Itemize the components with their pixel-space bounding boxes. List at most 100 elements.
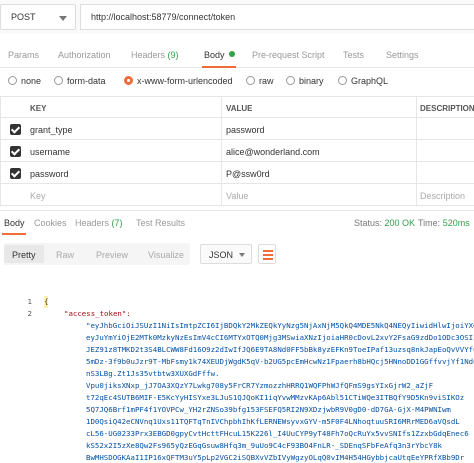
key-placeholder[interactable]: Key bbox=[30, 191, 46, 201]
row-checkbox[interactable] bbox=[10, 168, 21, 179]
view-visualize-button[interactable]: Visualize bbox=[140, 245, 192, 263]
radio-label: raw bbox=[259, 76, 274, 86]
format-label: JSON bbox=[209, 250, 234, 260]
radio-selected-icon bbox=[124, 76, 133, 85]
key-cell[interactable]: username bbox=[30, 147, 70, 157]
request-bar: POST http://localhost:58779/connect/toke… bbox=[0, 0, 474, 34]
token-line: JEZ91z8TMKD2t3S4BLCWW8Fd16O9z2dIwIfJQ6E9… bbox=[86, 345, 474, 354]
value-cell[interactable]: P@ssw0rd bbox=[226, 169, 270, 179]
table-row-new: Key Value Description bbox=[0, 184, 474, 206]
radio-label: none bbox=[21, 76, 42, 86]
active-dot-icon bbox=[228, 51, 235, 57]
radio-circle-icon bbox=[246, 76, 255, 85]
tab-label: Cookies bbox=[34, 218, 67, 228]
status-label: Status: bbox=[354, 218, 383, 228]
status-value: 200 OK bbox=[384, 218, 416, 228]
value-placeholder[interactable]: Value bbox=[226, 191, 248, 201]
radio-none[interactable]: none bbox=[8, 76, 41, 86]
value-cell[interactable]: alice@wonderland.com bbox=[226, 147, 320, 157]
radio-circle-icon bbox=[286, 76, 295, 85]
row-checkbox[interactable] bbox=[10, 146, 21, 157]
radio-binary[interactable]: binary bbox=[286, 76, 324, 86]
view-pretty-button[interactable]: Pretty bbox=[4, 245, 44, 263]
tab-body[interactable]: Body bbox=[204, 50, 235, 60]
radio-label: binary bbox=[299, 76, 324, 86]
json-key: "access_token": bbox=[64, 309, 131, 318]
token-line: BwMHSDOGKAaI1IP16xQFTM3uY5pLp2VGC2iSQBXv… bbox=[86, 453, 465, 462]
radio-graphql[interactable]: GraphQL bbox=[338, 76, 388, 86]
table-row: username alice@wonderland.com bbox=[0, 140, 474, 162]
time-label: Time: bbox=[418, 218, 441, 228]
url-input[interactable]: http://localhost:58779/connect/token bbox=[80, 4, 474, 30]
method-select[interactable]: POST bbox=[0, 4, 76, 30]
view-preview-button[interactable]: Preview bbox=[88, 245, 136, 263]
response-toolbar: Pretty Raw Preview Visualize JSON bbox=[0, 240, 474, 266]
chevron-down-icon bbox=[59, 16, 67, 21]
tab-test-results[interactable]: Test Results bbox=[136, 218, 185, 228]
radio-x-www-form-urlencoded[interactable]: x-www-form-urlencoded bbox=[124, 76, 233, 86]
radio-circle-icon bbox=[338, 76, 347, 85]
line-number: 1 bbox=[27, 297, 32, 306]
radio-label: form-data bbox=[67, 76, 106, 86]
key-cell[interactable]: grant_type bbox=[30, 125, 73, 135]
tab-settings[interactable]: Settings bbox=[386, 50, 419, 60]
token-line: 5Q7JQ6Brf1mPF4f1YOVPCw_YH2rZNSo39bfg153F… bbox=[86, 405, 451, 414]
radio-label: x-www-form-urlencoded bbox=[137, 76, 233, 86]
tab-response-body[interactable]: Body bbox=[4, 218, 25, 228]
column-header-value: VALUE bbox=[226, 104, 253, 113]
line-number: 2 bbox=[27, 309, 32, 318]
radio-circle-icon bbox=[8, 76, 17, 85]
active-tab-underline bbox=[2, 233, 26, 235]
tab-params[interactable]: Params bbox=[8, 50, 39, 60]
tab-pre-request-script[interactable]: Pre-request Script bbox=[252, 50, 325, 60]
column-header-key: KEY bbox=[30, 104, 47, 113]
wrap-lines-icon bbox=[263, 250, 273, 252]
tab-headers[interactable]: Headers (9) bbox=[131, 50, 179, 60]
time-indicator: Time: 520ms bbox=[418, 218, 470, 228]
column-header-description: DESCRIPTION bbox=[420, 104, 474, 113]
token-line: nS3LBg.Zt1Js35vtbtw3XUXGdFffw. bbox=[86, 369, 220, 378]
tab-label: Headers bbox=[75, 218, 110, 228]
tab-authorization[interactable]: Authorization bbox=[58, 50, 111, 60]
tab-label: Headers bbox=[131, 50, 166, 60]
tab-label: Body bbox=[204, 50, 225, 60]
format-select[interactable]: JSON bbox=[200, 244, 252, 264]
token-line: Vpu0jiksXNxp_jJ7OA3XQzY7Lwkg708y5FrCR7Yz… bbox=[86, 381, 434, 390]
json-open-brace: { bbox=[44, 296, 49, 309]
tab-cookies[interactable]: Cookies bbox=[34, 218, 67, 228]
chevron-down-icon bbox=[239, 253, 245, 257]
request-tabs: Params Authorization Headers (9) Body Pr… bbox=[0, 40, 474, 68]
wrap-lines-button[interactable] bbox=[258, 244, 276, 264]
headers-count: (7) bbox=[111, 218, 123, 228]
table-row: password P@ssw0rd bbox=[0, 162, 474, 184]
response-tabs: Body Cookies Headers (7) Test Results St… bbox=[0, 210, 474, 235]
radio-form-data[interactable]: form-data bbox=[54, 76, 106, 86]
tab-tests[interactable]: Tests bbox=[343, 50, 364, 60]
tab-response-headers[interactable]: Headers (7) bbox=[75, 218, 123, 228]
active-tab-underline bbox=[202, 66, 236, 68]
key-cell[interactable]: password bbox=[30, 169, 69, 179]
token-line: cL56-UG0233Prx3EBGD0gpyCvtHcttFHcuL15K22… bbox=[86, 429, 469, 438]
token-line: 1D0QsiQ42eCNVnq1Uxs11TQFTqTnIVChpbhIhKfL… bbox=[86, 417, 460, 426]
time-value: 520ms bbox=[442, 218, 470, 228]
tab-label: Authorization bbox=[58, 50, 111, 60]
tab-label: Settings bbox=[386, 50, 419, 60]
view-raw-button[interactable]: Raw bbox=[48, 245, 82, 263]
tab-label: Params bbox=[8, 50, 40, 60]
response-body-code[interactable]: 1 2 { "access_token": "eyJhbGciOiJSUzI1N… bbox=[0, 292, 474, 463]
row-checkbox[interactable] bbox=[10, 124, 21, 135]
token-line: t72qEc4SUTB6MIF-E5KcYyHISYxe3LJuS1QJQoKI… bbox=[86, 393, 465, 402]
token-line: eyJuYmYiOjE2MTk0MzkyNzEsImV4cCI6MTYxOTQ0… bbox=[86, 333, 474, 342]
radio-raw[interactable]: raw bbox=[246, 76, 274, 86]
radio-label: GraphQL bbox=[351, 76, 389, 86]
radio-circle-icon bbox=[54, 76, 63, 85]
token-line: 5mDz-3f9b0uJzr9T-MbFsmy1k74XEUDjWgdK5qV-… bbox=[86, 357, 474, 366]
tab-label: Tests bbox=[343, 50, 365, 60]
headers-count: (9) bbox=[167, 50, 179, 60]
view-mode-group: Pretty Raw Preview Visualize bbox=[4, 243, 190, 265]
value-cell[interactable]: password bbox=[226, 125, 265, 135]
tab-label: Body bbox=[4, 218, 25, 228]
tab-label: Pre-request Script bbox=[252, 50, 325, 60]
tab-label: Test Results bbox=[136, 218, 186, 228]
description-placeholder[interactable]: Description bbox=[420, 191, 465, 201]
